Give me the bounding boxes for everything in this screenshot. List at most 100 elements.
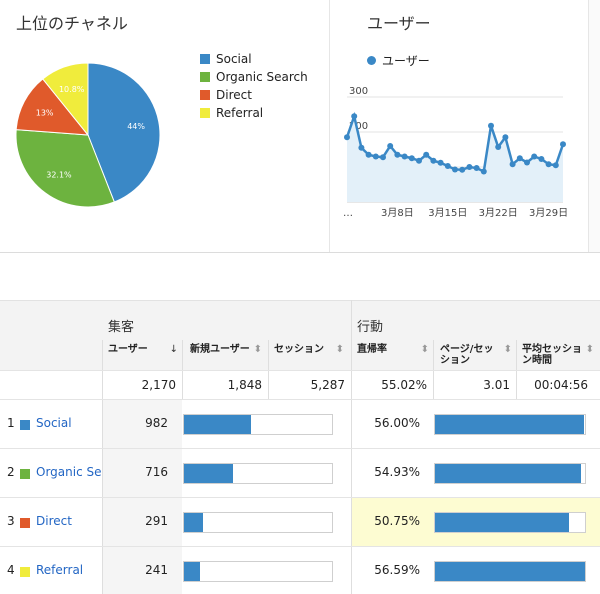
- total-duration: 00:04:56: [534, 378, 588, 392]
- data-point[interactable]: [545, 161, 552, 168]
- new-users-bar: [183, 463, 333, 484]
- total-new-users: 1,848: [227, 378, 262, 392]
- legend-dot: [367, 56, 376, 65]
- users-line-chart: 300200100…3月8日3月15日3月22日3月29日: [343, 86, 568, 219]
- line-legend: ユーザー: [367, 52, 430, 69]
- row-users: 982: [145, 416, 168, 430]
- channel-link[interactable]: Social: [36, 416, 102, 430]
- total-users: 2,170: [141, 378, 176, 392]
- data-point[interactable]: [560, 141, 566, 148]
- data-point[interactable]: [430, 157, 437, 164]
- legend-label: Social: [216, 52, 252, 66]
- x-tick-label: 3月29日: [529, 207, 568, 219]
- row-number: 3: [7, 514, 15, 528]
- data-point[interactable]: [552, 162, 559, 169]
- data-point[interactable]: [488, 122, 494, 129]
- pages-bar: [434, 414, 586, 435]
- data-point[interactable]: [502, 134, 509, 141]
- bar-fill: [435, 415, 584, 434]
- pages-bar: [434, 561, 586, 582]
- pie-slice-label: 10.8%: [59, 85, 85, 94]
- data-point[interactable]: [344, 134, 350, 141]
- data-point[interactable]: [401, 153, 408, 160]
- row-color-swatch: [20, 420, 30, 430]
- data-point[interactable]: [538, 155, 545, 162]
- sort-icon: ⬍: [335, 344, 344, 355]
- col-users[interactable]: ユーザー ↓: [108, 344, 178, 355]
- bar-fill: [184, 562, 201, 581]
- pages-bar: [434, 512, 586, 533]
- bar-fill: [435, 464, 581, 483]
- bar-fill: [184, 464, 233, 483]
- channel-link[interactable]: Referral: [36, 563, 102, 577]
- data-point[interactable]: [473, 165, 480, 172]
- total-sessions: 5,287: [310, 378, 345, 392]
- row-color-swatch: [20, 518, 30, 528]
- pie-panel-title: 上位のチャネル: [16, 14, 128, 33]
- line-panel-title: ユーザー: [367, 14, 431, 33]
- data-point[interactable]: [372, 153, 379, 160]
- data-point[interactable]: [524, 159, 530, 166]
- data-point[interactable]: [459, 166, 466, 173]
- row-bounce: 56.00%: [374, 416, 420, 430]
- row-color-swatch: [20, 469, 30, 479]
- x-tick-label: 3月15日: [428, 207, 467, 219]
- channel-link[interactable]: Organic Search: [36, 465, 102, 479]
- pie-slice-label: 32.1%: [46, 170, 72, 179]
- row-divider: [0, 546, 600, 547]
- row-color-swatch: [20, 567, 30, 577]
- data-point[interactable]: [531, 153, 538, 160]
- data-point[interactable]: [358, 144, 365, 151]
- col-new-users[interactable]: 新規ユーザー ⬍: [190, 344, 262, 355]
- row-number: 2: [7, 465, 15, 479]
- data-point[interactable]: [394, 151, 401, 158]
- channel-table: 集客 行動 ユーザー ↓ 新規ユーザー ⬍ セッション ⬍ 直帰率 ⬍ ページ/セッショ…: [0, 300, 600, 594]
- bar-fill: [184, 513, 204, 532]
- data-point[interactable]: [495, 144, 502, 151]
- new-users-bar: [183, 414, 333, 435]
- legend-swatch: [200, 54, 210, 64]
- y-tick-label: 300: [349, 86, 368, 97]
- data-point[interactable]: [380, 154, 386, 161]
- row-users: 291: [145, 514, 168, 528]
- col-pages[interactable]: ページ/セッション ⬍: [440, 344, 512, 366]
- section-header-band: [0, 300, 600, 340]
- x-tick-label: …: [343, 208, 353, 219]
- data-point[interactable]: [452, 166, 458, 173]
- section-behavior: 行動: [357, 320, 384, 335]
- legend-item: Organic Search: [200, 68, 308, 86]
- row-bounce: 56.59%: [374, 563, 420, 577]
- col-duration[interactable]: 平均セッション時間 ⬍: [522, 344, 594, 366]
- data-point[interactable]: [408, 155, 415, 162]
- channel-link[interactable]: Direct: [36, 514, 102, 528]
- col-sessions[interactable]: セッション ⬍: [274, 344, 344, 355]
- data-point[interactable]: [387, 143, 394, 149]
- data-point[interactable]: [437, 159, 444, 166]
- data-point[interactable]: [466, 164, 473, 170]
- legend-item: Referral: [200, 104, 308, 122]
- section-acquisition: 集客: [108, 320, 135, 335]
- data-point[interactable]: [516, 155, 523, 162]
- section-divider: [0, 252, 600, 253]
- legend-label: Organic Search: [216, 70, 308, 84]
- bar-fill: [184, 415, 251, 434]
- data-point[interactable]: [365, 151, 372, 158]
- data-point[interactable]: [480, 168, 487, 175]
- legend-swatch: [200, 90, 210, 100]
- sort-icon: ⬍: [253, 344, 262, 355]
- row-bounce: 54.93%: [374, 465, 420, 479]
- sort-icon: ⬍: [503, 344, 512, 355]
- data-point[interactable]: [416, 157, 422, 164]
- x-tick-label: 3月8日: [381, 207, 414, 219]
- row-bounce: 50.75%: [374, 514, 420, 528]
- data-point[interactable]: [509, 161, 516, 168]
- row-number: 4: [7, 563, 15, 577]
- col-bounce[interactable]: 直帰率 ⬍: [357, 344, 429, 355]
- line-legend-label: ユーザー: [382, 54, 430, 68]
- pie-slice-label: 13%: [36, 108, 54, 117]
- row-divider: [0, 448, 600, 449]
- data-point[interactable]: [423, 151, 430, 158]
- legend-label: Referral: [216, 106, 264, 120]
- data-point[interactable]: [444, 162, 451, 169]
- data-point[interactable]: [351, 113, 358, 120]
